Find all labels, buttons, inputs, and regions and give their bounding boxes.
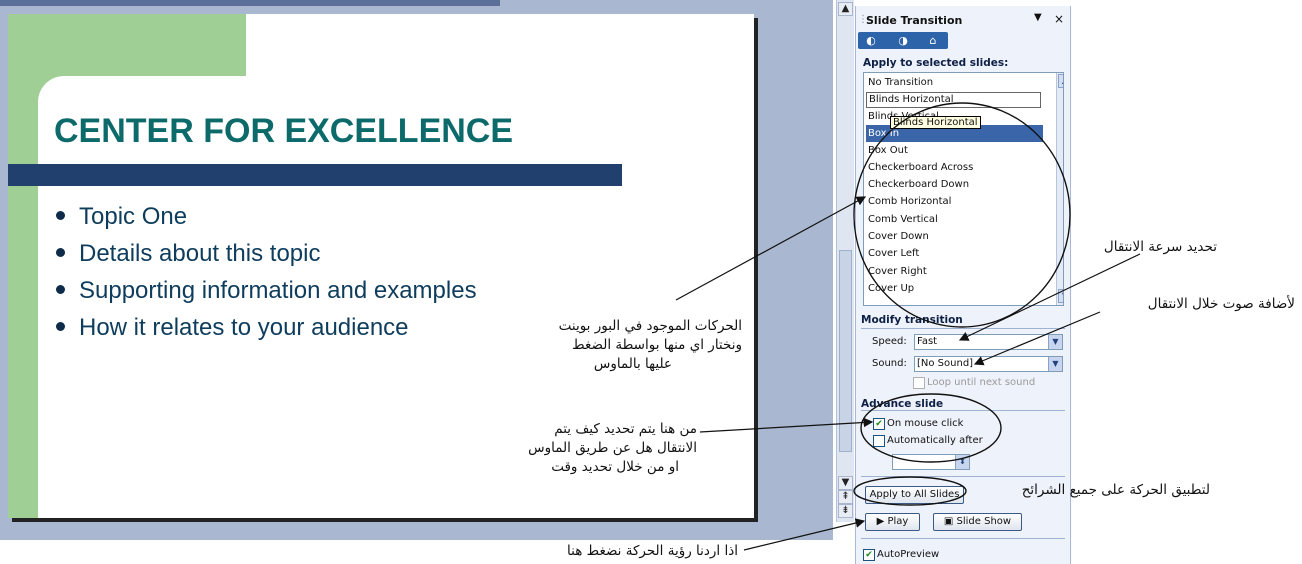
arrow-advance [699, 417, 874, 433]
highlight-circle-list [853, 102, 1071, 328]
arrow-play [743, 518, 866, 551]
arrow-sound [973, 311, 1101, 366]
highlight-circle-apply-all [853, 476, 967, 506]
annotation-overlay [675, 102, 1141, 551]
arrow-speed [958, 253, 1141, 341]
highlight-circle-advance [860, 393, 1002, 463]
arrow-animations [675, 196, 867, 301]
